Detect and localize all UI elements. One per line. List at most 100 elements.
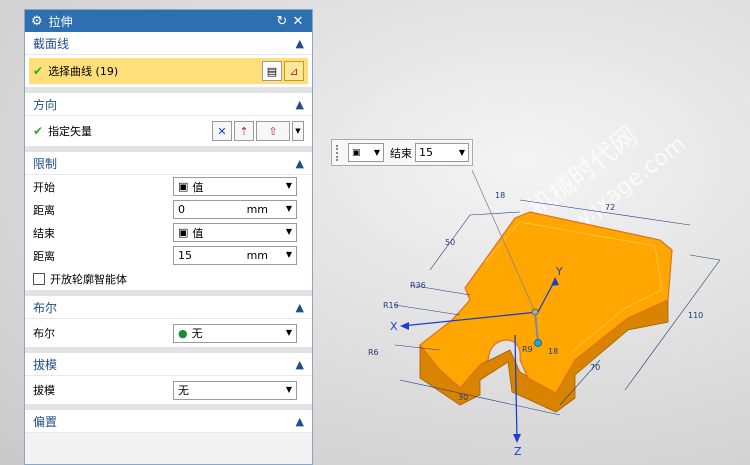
dim-18-top: 18 bbox=[495, 191, 505, 200]
dim-110: 110 bbox=[688, 311, 703, 320]
end-row: 结束 ▣ 值 ▼ bbox=[25, 221, 312, 244]
axis-z-label: Z bbox=[514, 445, 522, 458]
chevron-down-icon: ▼ bbox=[285, 181, 292, 190]
chevron-down-icon: ▼ bbox=[285, 204, 292, 213]
end-distance-value: 15 bbox=[178, 249, 192, 262]
chevron-down-icon[interactable]: ▼ bbox=[292, 121, 304, 141]
end-distance-input[interactable]: 15 mm ▼ bbox=[173, 246, 297, 265]
dim-72: 72 bbox=[605, 203, 615, 212]
start-select-value: 值 bbox=[192, 180, 204, 194]
chevron-down-icon: ▼ bbox=[285, 384, 292, 394]
draft-row: 拔模 无 ▼ bbox=[25, 376, 312, 404]
dim-18: 18 bbox=[548, 347, 558, 356]
close-icon[interactable]: ✕ bbox=[290, 14, 306, 29]
dim-r9: R9 bbox=[522, 345, 533, 354]
cube-value-icon: ▣ bbox=[178, 180, 189, 193]
dialog-titlebar: ⚙ 拉伸 ↻ ✕ bbox=[25, 10, 312, 32]
start-distance-row: 距离 0 mm ▼ bbox=[25, 198, 312, 221]
group-header-offset[interactable]: 偏置 ▲ bbox=[25, 410, 312, 433]
start-distance-value: 0 bbox=[178, 203, 185, 216]
dim-r6: R6 bbox=[368, 348, 379, 357]
group-limits: 限制 ▲ 开始 ▣ 值 ▼ 距离 0 mm ▼ 结束 ▣ 值 ▼ 距离 15 m… bbox=[25, 152, 312, 296]
vector-dialog-button[interactable]: ⇡ bbox=[234, 121, 254, 141]
draft-header-label: 拔模 bbox=[33, 357, 58, 372]
boolean-select[interactable]: ● 无 ▼ bbox=[173, 323, 297, 343]
group-header-limits[interactable]: 限制 ▲ bbox=[25, 152, 312, 175]
open-profile-checkbox[interactable] bbox=[33, 272, 45, 285]
end-distance-label: 距离 bbox=[33, 249, 55, 263]
start-row: 开始 ▣ 值 ▼ bbox=[25, 175, 312, 198]
end-select-value: 值 bbox=[192, 226, 204, 240]
boolean-select-value: 无 bbox=[191, 327, 203, 340]
chevron-down-icon: ▼ bbox=[285, 227, 292, 236]
draft-select-value: 无 bbox=[178, 384, 189, 397]
end-select[interactable]: ▣ 值 ▼ bbox=[173, 223, 297, 242]
cube-value-icon: ▣ bbox=[178, 226, 189, 239]
vector-label: 指定矢量 bbox=[48, 125, 93, 138]
floatbar-end-input[interactable]: 15 ▼ bbox=[415, 143, 469, 162]
floatbar-end-value: 15 bbox=[419, 146, 433, 159]
start-label: 开始 bbox=[33, 180, 55, 194]
floatbar-end-label: 结束 bbox=[390, 146, 412, 160]
open-profile-label: 开放轮廓智能体 bbox=[50, 272, 127, 286]
chevron-up-icon: ▲ bbox=[295, 300, 304, 314]
open-profile-row[interactable]: 开放轮廓智能体 bbox=[25, 267, 312, 290]
extrude-end-floatbar: ▣ ▼ 结束 15 ▼ bbox=[331, 139, 473, 166]
end-label: 结束 bbox=[33, 226, 55, 240]
curve-select-button[interactable]: ⊿ bbox=[284, 61, 304, 81]
section-header-label: 截面线 bbox=[33, 36, 70, 51]
chevron-down-icon: ▼ bbox=[458, 148, 465, 157]
dialog-title: 拉伸 bbox=[48, 14, 73, 29]
group-draft: 拔模 ▲ 拔模 无 ▼ bbox=[25, 353, 312, 410]
group-section: 截面线 ▲ ✔ 选择曲线 (19) ▤ ⊿ bbox=[25, 32, 312, 93]
axis-y-label: Y bbox=[555, 265, 563, 278]
extrude-dialog: ⚙ 拉伸 ↻ ✕ 截面线 ▲ ✔ 选择曲线 (19) ▤ ⊿ 方向 ▲ ✔ 指定… bbox=[24, 9, 313, 465]
end-option-button[interactable]: ▣ ▼ bbox=[348, 143, 384, 162]
start-distance-input[interactable]: 0 mm ▼ bbox=[173, 200, 297, 219]
boolean-row: 布尔 ● 无 ▼ bbox=[25, 319, 312, 347]
chevron-up-icon: ▲ bbox=[295, 357, 304, 371]
chevron-down-icon: ▼ bbox=[285, 250, 292, 259]
reset-icon[interactable]: ↻ bbox=[274, 14, 290, 29]
sketch-section-button[interactable]: ▤ bbox=[262, 61, 282, 81]
group-header-direction[interactable]: 方向 ▲ bbox=[25, 93, 312, 116]
start-select[interactable]: ▣ 值 ▼ bbox=[173, 177, 297, 196]
draft-label: 拔模 bbox=[33, 384, 55, 397]
end-distance-unit: mm bbox=[246, 249, 268, 262]
axis-x-label: X bbox=[390, 320, 398, 333]
vector-row: ✔ 指定矢量 ✕ ⇡ ⇧ ▼ bbox=[25, 116, 312, 146]
direction-header-label: 方向 bbox=[33, 97, 58, 112]
floatbar-grip[interactable] bbox=[336, 144, 342, 161]
start-distance-unit: mm bbox=[246, 203, 268, 216]
extruded-part[interactable] bbox=[419, 211, 673, 413]
chevron-up-icon: ▲ bbox=[295, 36, 304, 50]
dim-r16: R16 bbox=[383, 301, 399, 310]
dim-50: 50 bbox=[445, 238, 455, 247]
dim-70: 70 bbox=[590, 363, 600, 372]
boolean-header-label: 布尔 bbox=[33, 300, 58, 315]
group-direction: 方向 ▲ ✔ 指定矢量 ✕ ⇡ ⇧ ▼ bbox=[25, 93, 312, 152]
group-header-boolean[interactable]: 布尔 ▲ bbox=[25, 296, 312, 319]
gear-icon[interactable]: ⚙ bbox=[31, 14, 43, 29]
boolean-label: 布尔 bbox=[33, 327, 55, 340]
dim-r36: R36 bbox=[410, 281, 426, 290]
group-header-section[interactable]: 截面线 ▲ bbox=[25, 32, 312, 55]
chevron-up-icon: ▲ bbox=[295, 97, 304, 111]
select-curve-row[interactable]: ✔ 选择曲线 (19) ▤ ⊿ bbox=[29, 58, 308, 84]
cube-value-icon: ▣ bbox=[352, 147, 361, 158]
end-distance-row: 距离 15 mm ▼ bbox=[25, 244, 312, 267]
group-offset: 偏置 ▲ bbox=[25, 410, 312, 433]
dim-30: 30 bbox=[458, 393, 468, 402]
select-curve-label: 选择曲线 (19) bbox=[48, 65, 119, 78]
chevron-up-icon: ▲ bbox=[295, 156, 304, 170]
vector-type-button[interactable]: ⇧ bbox=[256, 121, 290, 141]
check-icon: ✔ bbox=[33, 64, 44, 78]
limits-header-label: 限制 bbox=[33, 156, 58, 171]
check-icon: ✔ bbox=[33, 124, 44, 138]
offset-header-label: 偏置 bbox=[33, 414, 58, 429]
draft-select[interactable]: 无 ▼ bbox=[173, 380, 297, 400]
group-boolean: 布尔 ▲ 布尔 ● 无 ▼ bbox=[25, 296, 312, 353]
start-distance-label: 距离 bbox=[33, 203, 55, 217]
reverse-direction-button[interactable]: ✕ bbox=[212, 121, 232, 141]
group-header-draft[interactable]: 拔模 ▲ bbox=[25, 353, 312, 376]
